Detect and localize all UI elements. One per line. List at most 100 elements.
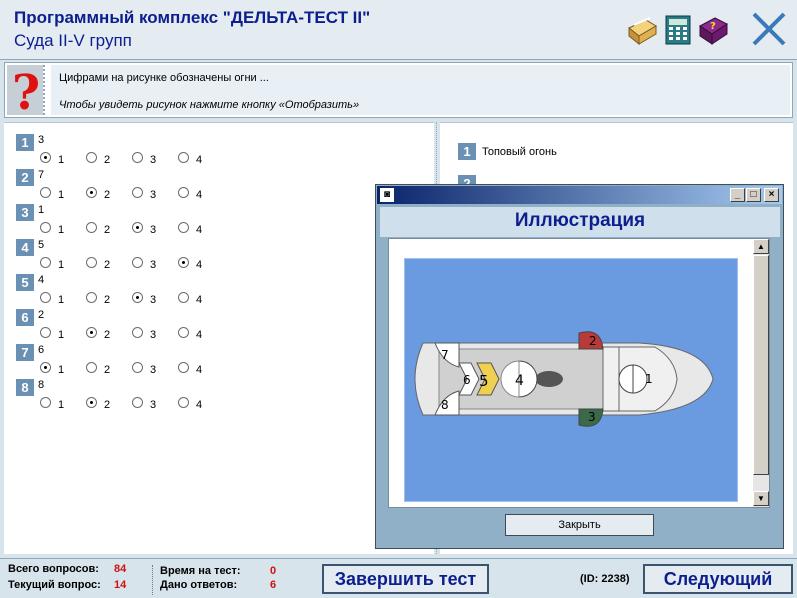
answer-option[interactable]: 3 — [132, 324, 156, 341]
radio-button[interactable] — [86, 152, 97, 163]
answer-option[interactable]: 3 — [132, 254, 156, 271]
radio-button[interactable] — [178, 257, 189, 268]
radio-button[interactable] — [132, 257, 143, 268]
answer-option[interactable]: 1 — [40, 149, 64, 166]
answer-option[interactable]: 1 — [40, 289, 64, 306]
close-icon[interactable] — [750, 10, 788, 48]
answer-number: 1 — [16, 134, 34, 151]
answer-option[interactable]: 4 — [178, 184, 202, 201]
answer-option[interactable]: 2 — [86, 324, 110, 341]
scroll-down-button[interactable]: ▼ — [753, 491, 769, 506]
answer-option[interactable]: 4 — [178, 149, 202, 166]
ship-light-label: 3 — [588, 410, 596, 424]
close-dialog-button[interactable]: Закрыть — [505, 514, 654, 536]
radio-button[interactable] — [132, 152, 143, 163]
answers-given-label: Дано ответов: — [160, 579, 238, 591]
answer-option[interactable]: 4 — [178, 289, 202, 306]
answer-option[interactable]: 2 — [86, 219, 110, 236]
answer-option[interactable]: 1 — [40, 254, 64, 271]
radio-button[interactable] — [178, 397, 189, 408]
answer-option[interactable]: 2 — [86, 359, 110, 376]
answer-option[interactable]: 2 — [86, 254, 110, 271]
answer-option[interactable]: 1 — [40, 359, 64, 376]
radio-button[interactable] — [132, 327, 143, 338]
scroll-up-button[interactable]: ▲ — [753, 239, 769, 254]
answer-option[interactable]: 3 — [132, 394, 156, 411]
answer-option[interactable]: 2 — [86, 289, 110, 306]
radio-button[interactable] — [86, 222, 97, 233]
answer-option[interactable]: 4 — [178, 359, 202, 376]
answer-row: 271234 — [4, 166, 434, 201]
radio-button[interactable] — [86, 187, 97, 198]
answer-number: 3 — [16, 204, 34, 221]
radio-button[interactable] — [40, 222, 51, 233]
radio-button[interactable] — [178, 292, 189, 303]
radio-button[interactable] — [86, 257, 97, 268]
radio-button[interactable] — [40, 257, 51, 268]
radio-button[interactable] — [86, 397, 97, 408]
radio-button[interactable] — [40, 397, 51, 408]
footer-divider — [152, 565, 153, 595]
radio-button[interactable] — [40, 362, 51, 373]
radio-button[interactable] — [132, 222, 143, 233]
answer-option[interactable]: 4 — [178, 219, 202, 236]
radio-button[interactable] — [86, 327, 97, 338]
radio-button[interactable] — [40, 187, 51, 198]
dialog-titlebar[interactable]: ◙ _ □ × — [377, 186, 782, 204]
answer-option[interactable]: 2 — [86, 394, 110, 411]
answer-row: 76 1 2 3 4 — [4, 341, 434, 376]
radio-button[interactable] — [178, 222, 189, 233]
answer-option[interactable]: 4 — [178, 254, 202, 271]
option-label: 3 — [150, 259, 157, 271]
answer-option[interactable]: 4 — [178, 324, 202, 341]
answer-option[interactable]: 3 — [132, 219, 156, 236]
radio-button[interactable] — [178, 327, 189, 338]
option-label: 2 — [104, 329, 111, 341]
radio-button[interactable] — [40, 327, 51, 338]
answer-option[interactable]: 3 — [132, 359, 156, 376]
ship-light-label: 8 — [441, 398, 449, 412]
option-label: 1 — [58, 189, 65, 201]
radio-button[interactable] — [178, 152, 189, 163]
answer-value: 1 — [38, 204, 45, 216]
option-label: 1 — [58, 294, 65, 306]
radio-button[interactable] — [40, 292, 51, 303]
answer-option[interactable]: 1 — [40, 324, 64, 341]
answer-option[interactable]: 3 — [132, 149, 156, 166]
answer-option[interactable]: 4 — [178, 394, 202, 411]
answer-option[interactable]: 1 — [40, 394, 64, 411]
next-button[interactable]: Следующий — [643, 564, 793, 594]
answer-option[interactable]: 2 — [86, 149, 110, 166]
option-label: 3 — [150, 189, 157, 201]
answer-option[interactable]: 2 — [86, 184, 110, 201]
finish-test-button[interactable]: Завершить тест — [322, 564, 489, 594]
radio-button[interactable] — [132, 292, 143, 303]
maximize-button[interactable]: □ — [746, 188, 761, 202]
scroll-thumb[interactable] — [753, 255, 769, 475]
answer-option[interactable]: 3 — [132, 184, 156, 201]
radio-button[interactable] — [178, 187, 189, 198]
option-label: 3 — [150, 329, 157, 341]
radio-button[interactable] — [178, 362, 189, 373]
radio-button[interactable] — [132, 187, 143, 198]
answer-number: 5 — [16, 274, 34, 291]
vertical-scrollbar[interactable]: ▲ ▼ — [753, 239, 769, 507]
answer-row: 88 1 2 3 4 — [4, 376, 434, 411]
answers-given: Дано ответов: 6 — [160, 579, 276, 591]
svg-text:?: ? — [710, 21, 716, 32]
illustration-dialog: ◙ _ □ × Иллюстрация 1 2 3 4 5 6 7 8 ▲ ▼ … — [375, 184, 784, 549]
calculator-icon[interactable] — [662, 14, 694, 46]
radio-button[interactable] — [86, 292, 97, 303]
minimize-button[interactable]: _ — [730, 188, 745, 202]
answer-option[interactable]: 3 — [132, 289, 156, 306]
help-book-icon[interactable]: ? — [697, 14, 729, 46]
answer-option[interactable]: 1 — [40, 219, 64, 236]
book-icon[interactable] — [626, 14, 658, 46]
radio-button[interactable] — [40, 152, 51, 163]
radio-button[interactable] — [86, 362, 97, 373]
close-window-button[interactable]: × — [764, 188, 779, 202]
answer-option[interactable]: 1 — [40, 184, 64, 201]
radio-button[interactable] — [132, 397, 143, 408]
answer-row: 451234 — [4, 236, 434, 271]
radio-button[interactable] — [132, 362, 143, 373]
